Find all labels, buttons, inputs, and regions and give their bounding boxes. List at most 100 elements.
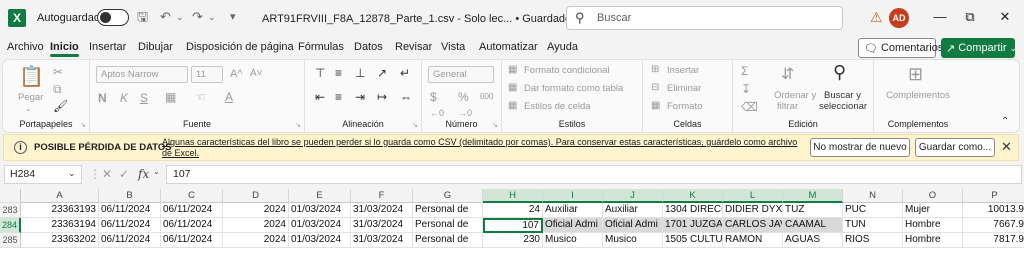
find-select-label-1[interactable]: Buscar y [824, 90, 861, 101]
formula-input[interactable]: 107 [166, 165, 1022, 184]
minimize-icon[interactable]: — [930, 9, 950, 24]
column-header-h[interactable]: H [483, 189, 543, 203]
column-header-e[interactable]: E [289, 189, 351, 203]
save-as-button[interactable]: Guardar como... [915, 138, 995, 157]
fill-icon[interactable]: ↧ [741, 82, 751, 96]
close-icon[interactable]: ✕ [995, 9, 1015, 25]
format-as-table-button[interactable]: Dar formato como tabla [524, 83, 623, 94]
dialog-launcher-icon[interactable]: ↘ [295, 121, 301, 129]
column-header-c[interactable]: C [161, 189, 223, 203]
redo-dropdown-icon[interactable]: ⌄ [208, 10, 216, 24]
cell-a283[interactable]: 23363193 [21, 203, 99, 218]
column-header-o[interactable]: O [903, 189, 963, 203]
decrease-decimal-icon[interactable]: →0 [458, 108, 472, 118]
cancel-icon[interactable]: ✕ [102, 167, 112, 181]
restore-icon[interactable]: ⧉ [960, 9, 980, 25]
column-header-d[interactable]: D [223, 189, 289, 203]
paste-dropdown-icon[interactable]: ⌄ [25, 104, 32, 113]
align-top-icon[interactable]: ⊤ [315, 66, 325, 80]
delete-cells-button[interactable]: Eliminar [667, 83, 701, 94]
cell-k285[interactable]: 1505 CULTUR [663, 233, 723, 248]
format-cells-button[interactable]: Formato [667, 101, 702, 112]
search-box[interactable]: ⚲ Buscar [566, 6, 843, 30]
tab-formulas[interactable]: Fórmulas [298, 41, 344, 53]
collapse-ribbon-icon[interactable]: ⌃ [1001, 116, 1009, 127]
cell-d284[interactable]: 2024 [223, 218, 289, 233]
addins-icon[interactable]: ⊞ [908, 64, 923, 85]
cell-e283[interactable]: 01/03/2024 [289, 203, 351, 218]
undo-dropdown-icon[interactable]: ⌄ [176, 10, 184, 24]
dont-show-again-button[interactable]: No mostrar de nuevo [810, 138, 910, 157]
cell-l283[interactable]: DIDIER DYXE [723, 203, 783, 218]
tab-revisar[interactable]: Revisar [395, 41, 432, 53]
cell-j283[interactable]: Auxiliar [603, 203, 663, 218]
row-header-284[interactable]: 284 [0, 218, 21, 233]
clear-icon[interactable]: ⌫ [741, 100, 758, 114]
cell-m284[interactable]: CAAMAL [783, 218, 843, 233]
cell-m283[interactable]: TUZ [783, 203, 843, 218]
tab-dibujar[interactable]: Dibujar [138, 41, 173, 53]
insert-cells-button[interactable]: Insertar [667, 65, 699, 76]
tab-insertar[interactable]: Insertar [89, 41, 126, 53]
tab-inicio[interactable]: Inicio [50, 41, 79, 57]
cell-n285[interactable]: RIOS [843, 233, 903, 248]
number-format-select[interactable]: General [428, 66, 494, 83]
column-header-k[interactable]: K [663, 189, 723, 203]
cell-l284[interactable]: CARLOS JAVI [723, 218, 783, 233]
cell-b284[interactable]: 06/11/2024 [99, 218, 161, 233]
column-header-n[interactable]: N [843, 189, 903, 203]
addins-button[interactable]: Complementos [886, 90, 950, 101]
cell-b285[interactable]: 06/11/2024 [99, 233, 161, 248]
column-header-m[interactable]: M [783, 189, 843, 203]
cell-g284[interactable]: Personal de [413, 218, 483, 233]
font-color-icon[interactable]: A [225, 90, 233, 104]
underline-button[interactable]: S [140, 91, 148, 105]
cell-k283[interactable]: 1304 DIRECCI [663, 203, 723, 218]
find-select-label-2[interactable]: seleccionar [819, 101, 867, 112]
indent-icon[interactable]: ↦ [377, 90, 387, 104]
copy-icon[interactable]: ⧉ [53, 82, 62, 97]
sort-filter-label-1[interactable]: Ordenar y [774, 90, 816, 101]
autosum-icon[interactable]: Σ [741, 64, 748, 78]
borders-icon[interactable]: ▦ [165, 90, 176, 104]
dialog-launcher-icon[interactable]: ↘ [492, 121, 498, 129]
align-center-icon[interactable]: ≡ [335, 90, 342, 104]
find-select-icon[interactable]: ⚲ [833, 62, 846, 83]
align-right-icon[interactable]: ⇥ [355, 90, 365, 104]
percent-icon[interactable]: % [458, 90, 469, 104]
cell-h284[interactable]: 107 [483, 218, 543, 233]
cell-m285[interactable]: AGUAS [783, 233, 843, 248]
confirm-icon[interactable]: ✓ [119, 167, 129, 181]
cell-h283[interactable]: 24 [483, 203, 543, 218]
italic-button[interactable]: K [120, 91, 128, 105]
column-header-i[interactable]: I [543, 189, 603, 203]
merge-center-icon[interactable]: ⇔ [400, 90, 412, 104]
sort-filter-label-2[interactable]: filtrar [777, 101, 798, 112]
warning-message-link[interactable]: Algunas características del libro se pue… [162, 137, 802, 159]
cell-k284[interactable]: 1701 JUZGAD [663, 218, 723, 233]
tab-datos[interactable]: Datos [354, 41, 383, 53]
increase-decimal-icon[interactable]: ←0 [430, 108, 444, 118]
cell-e285[interactable]: 01/03/2024 [289, 233, 351, 248]
cell-o283[interactable]: Mujer [903, 203, 963, 218]
bold-button[interactable]: N [98, 91, 107, 105]
save-icon[interactable]: 🖫 [137, 10, 148, 24]
cell-d283[interactable]: 2024 [223, 203, 289, 218]
align-bottom-icon[interactable]: ⊥ [355, 66, 365, 80]
cell-e284[interactable]: 01/03/2024 [289, 218, 351, 233]
paste-label[interactable]: Pegar [18, 92, 43, 103]
share-button[interactable]: ↗ Compartir ⌄ [941, 38, 1017, 58]
cell-n283[interactable]: PUC [843, 203, 903, 218]
column-header-f[interactable]: F [351, 189, 413, 203]
cell-l285[interactable]: RAMON [723, 233, 783, 248]
column-header-p[interactable]: P [963, 189, 1024, 203]
paste-icon[interactable]: 📋 [19, 64, 44, 89]
align-left-icon[interactable]: ⇤ [315, 90, 325, 104]
tab-archivo[interactable]: Archivo [7, 41, 44, 53]
cell-i283[interactable]: Auxiliar [543, 203, 603, 218]
align-middle-icon[interactable]: ≡ [335, 66, 342, 80]
column-header-j[interactable]: J [603, 189, 663, 203]
cell-j285[interactable]: Musico [603, 233, 663, 248]
avatar[interactable]: AD [889, 8, 909, 28]
fill-color-icon[interactable]: ☜ [195, 90, 206, 104]
